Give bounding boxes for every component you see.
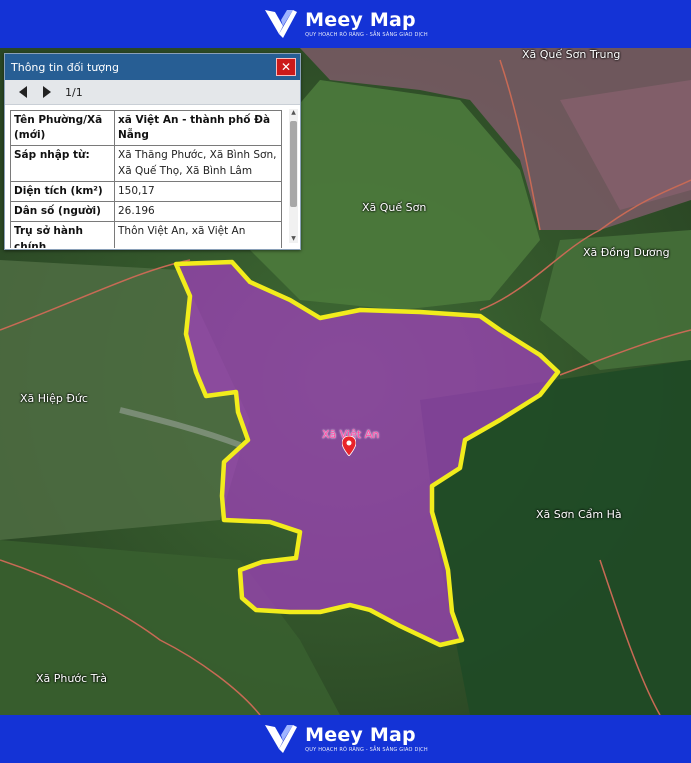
- row-value: xã Việt An - thành phố Đà Nẵng: [114, 109, 282, 147]
- row-value: Xã Thăng Phước, Xã Bình Sơn, Xã Quế Thọ,…: [114, 145, 282, 182]
- top-brand-bar: Meey Map QUY HOẠCH RÕ RÀNG - SẴN SÀNG GI…: [0, 0, 691, 48]
- table-row: Trụ sở hành chính Thôn Việt An, xã Việt …: [10, 221, 282, 248]
- brand-tagline: QUY HOẠCH RÕ RÀNG - SẴN SÀNG GIAO DỊCH: [305, 746, 428, 753]
- brand-name: Meey Map: [305, 723, 416, 746]
- brand-name: Meey Map: [305, 8, 416, 31]
- panel-pagination: 1/1: [5, 80, 300, 105]
- table-row: Dân số (người) 26.196: [10, 201, 282, 223]
- row-value: 26.196: [114, 201, 282, 223]
- row-key: Tên Phường/Xã (mới): [10, 109, 115, 147]
- arrow-left-icon: [19, 86, 27, 98]
- brand-logo: Meey Map QUY HOẠCH RÕ RÀNG - SẴN SÀNG GI…: [263, 723, 428, 755]
- next-button[interactable]: [41, 85, 53, 99]
- brand-logo: Meey Map QUY HOẠCH RÕ RÀNG - SẴN SÀNG GI…: [263, 8, 428, 40]
- meey-logo-icon: [265, 725, 298, 753]
- label-phuoc-tra: Xã Phước Trà: [36, 672, 107, 685]
- table-row: Tên Phường/Xã (mới) xã Việt An - thành p…: [10, 109, 282, 147]
- close-button[interactable]: ✕: [276, 58, 296, 76]
- panel-title: Thông tin đối tượng: [11, 60, 119, 74]
- table-row: Diện tích (km²) 150,17: [10, 180, 282, 203]
- label-son-cam-ha: Xã Sơn Cẩm Hà: [536, 508, 622, 521]
- label-dong-duong: Xã Đồng Dương: [583, 246, 670, 259]
- row-key: Dân số (người): [10, 201, 115, 223]
- panel-scrollbar[interactable]: ▲ ▼: [289, 109, 298, 243]
- close-icon: ✕: [280, 60, 292, 74]
- bottom-brand-bar: Meey Map QUY HOẠCH RÕ RÀNG - SẴN SÀNG GI…: [0, 715, 691, 763]
- page-indicator: 1/1: [65, 85, 83, 99]
- row-key: Trụ sở hành chính: [10, 221, 115, 248]
- scroll-thumb[interactable]: [290, 121, 297, 207]
- scroll-down-icon[interactable]: ▼: [289, 235, 298, 243]
- table-row: Sáp nhập từ: Xã Thăng Phước, Xã Bình Sơn…: [10, 145, 282, 182]
- arrow-right-icon: [43, 86, 51, 98]
- info-table: Tên Phường/Xã (mới) xã Việt An - thành p…: [10, 109, 282, 248]
- previous-button[interactable]: [17, 85, 29, 99]
- row-value: Thôn Việt An, xã Việt An: [114, 221, 282, 248]
- panel-header: Thông tin đối tượng ✕: [5, 54, 300, 80]
- scroll-up-icon[interactable]: ▲: [289, 109, 298, 117]
- row-key: Diện tích (km²): [10, 180, 115, 203]
- label-que-son-trung: Xã Quế Sơn Trung: [522, 48, 621, 61]
- feature-info-panel: Thông tin đối tượng ✕ 1/1 Tên Phường/Xã …: [4, 53, 301, 250]
- location-pin-icon[interactable]: [342, 436, 356, 456]
- brand-tagline: QUY HOẠCH RÕ RÀNG - SẴN SÀNG GIAO DỊCH: [305, 31, 428, 38]
- label-hiep-duc: Xã Hiệp Đức: [20, 392, 88, 405]
- label-que-son: Xã Quế Sơn: [362, 201, 427, 214]
- row-key: Sáp nhập từ:: [10, 145, 115, 182]
- meey-logo-icon: [265, 10, 298, 38]
- panel-body[interactable]: Tên Phường/Xã (mới) xã Việt An - thành p…: [5, 105, 300, 248]
- row-value: 150,17: [114, 180, 282, 203]
